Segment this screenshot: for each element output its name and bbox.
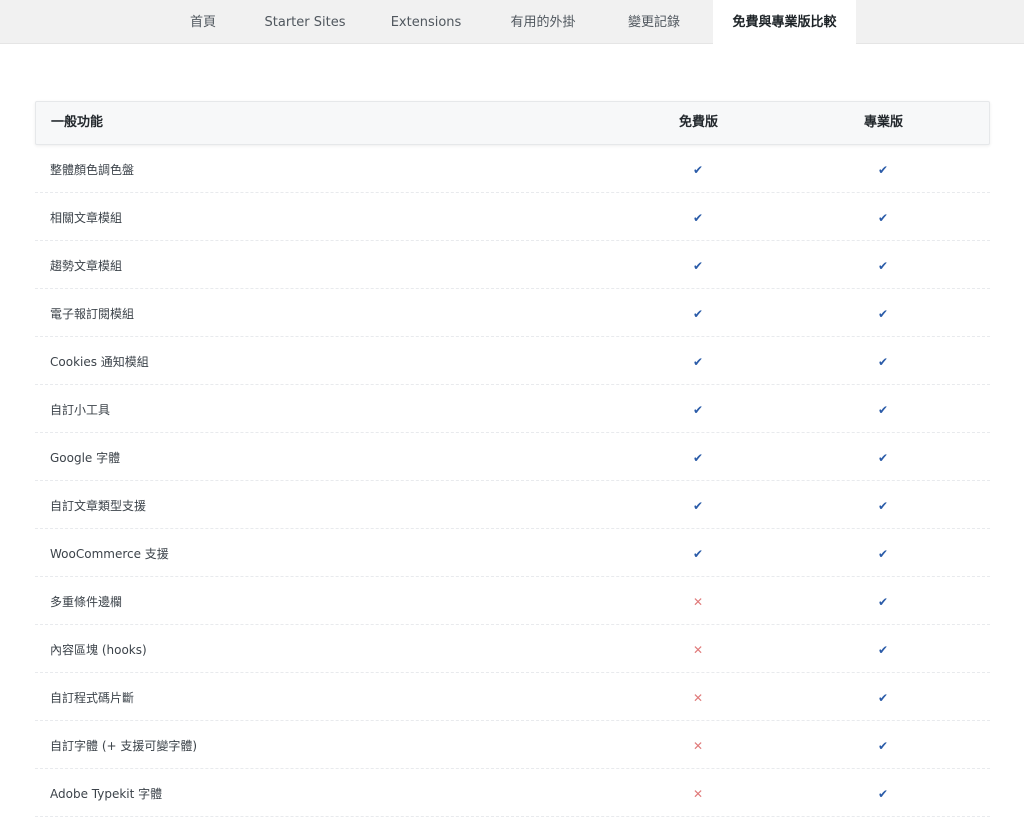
feature-label: Cookies 通知模組 (50, 355, 149, 369)
check-icon: ✔ (692, 499, 704, 513)
table-row: 相關文章模組 ✔ ✔ (35, 193, 990, 241)
comparison-table: 一般功能 免費版 專業版 整體顏色調色盤 ✔ ✔ 相關文章模組 ✔ ✔ 趨勢文章模組 ✔ ✔ 電子… (35, 101, 990, 817)
feature-label: 自訂程式碼片斷 (50, 691, 135, 705)
nav-tab-bar: 首頁 Starter Sites Extensions 有用的外掛 變更記錄 免… (0, 0, 1024, 44)
feature-label: 內容區塊 (hooks) (50, 643, 147, 657)
table-row: 整體顏色調色盤 ✔ ✔ (35, 145, 990, 193)
check-icon: ✔ (692, 355, 704, 369)
check-icon: ✔ (877, 787, 889, 801)
feature-label: 自訂字體 (+ 支援可變字體) (50, 739, 198, 753)
tab-home[interactable]: 首頁 (180, 0, 226, 43)
check-icon: ✔ (877, 259, 889, 273)
check-icon: ✔ (692, 259, 704, 273)
feature-label: Google 字體 (50, 451, 121, 465)
check-icon: ✔ (877, 499, 889, 513)
check-icon: ✔ (877, 307, 889, 321)
check-icon: ✔ (692, 211, 704, 225)
feature-label: 自訂小工具 (50, 403, 111, 417)
feature-label: 整體顏色調色盤 (50, 163, 135, 177)
table-row: Cookies 通知模組 ✔ ✔ (35, 337, 990, 385)
check-icon: ✔ (877, 739, 889, 753)
table-row: WooCommerce 支援 ✔ ✔ (35, 529, 990, 577)
table-header: 一般功能 免費版 專業版 (35, 101, 990, 145)
check-icon: ✔ (877, 451, 889, 465)
table-row: 自訂字體 (+ 支援可變字體) ✕ ✔ (35, 721, 990, 769)
feature-label: Adobe Typekit 字體 (50, 787, 163, 801)
table-row: 自訂小工具 ✔ ✔ (35, 385, 990, 433)
tab-useful-plugins[interactable]: 有用的外掛 (500, 0, 586, 43)
check-icon: ✔ (692, 451, 704, 465)
check-icon: ✔ (877, 643, 889, 657)
table-row: 多重條件邊欄 ✕ ✔ (35, 577, 990, 625)
table-row: Google 字體 ✔ ✔ (35, 433, 990, 481)
feature-label: 電子報訂閱模組 (50, 307, 135, 321)
cross-icon: ✕ (692, 787, 704, 801)
feature-label: 趨勢文章模組 (50, 259, 123, 273)
check-icon: ✔ (877, 595, 889, 609)
check-icon: ✔ (692, 403, 704, 417)
cross-icon: ✕ (692, 691, 704, 705)
feature-label: 自訂文章類型支援 (50, 499, 147, 513)
check-icon: ✔ (877, 403, 889, 417)
header-feature: 一般功能 (51, 115, 104, 130)
table-row: 自訂程式碼片斷 ✕ ✔ (35, 673, 990, 721)
feature-label: WooCommerce 支援 (50, 547, 169, 561)
cross-icon: ✕ (692, 739, 704, 753)
check-icon: ✔ (877, 163, 889, 177)
check-icon: ✔ (877, 355, 889, 369)
feature-label: 多重條件邊欄 (50, 595, 123, 609)
table-row: 電子報訂閱模組 ✔ ✔ (35, 289, 990, 337)
check-icon: ✔ (877, 691, 889, 705)
tab-free-vs-pro[interactable]: 免費與專業版比較 (713, 0, 856, 44)
check-icon: ✔ (692, 163, 704, 177)
header-free: 免費版 (679, 115, 719, 130)
check-icon: ✔ (692, 307, 704, 321)
cross-icon: ✕ (692, 643, 704, 657)
check-icon: ✔ (877, 211, 889, 225)
table-row: 自訂文章類型支援 ✔ ✔ (35, 481, 990, 529)
tab-changelog[interactable]: 變更記錄 (618, 0, 690, 43)
check-icon: ✔ (877, 547, 889, 561)
table-row: Adobe Typekit 字體 ✕ ✔ (35, 769, 990, 817)
table-body: 整體顏色調色盤 ✔ ✔ 相關文章模組 ✔ ✔ 趨勢文章模組 ✔ ✔ 電子報訂閱模組 ✔ ✔ Cookie… (35, 145, 990, 817)
tab-starter-sites[interactable]: Starter Sites (258, 0, 352, 43)
cross-icon: ✕ (692, 595, 704, 609)
feature-label: 相關文章模組 (50, 211, 123, 225)
header-pro: 專業版 (864, 115, 904, 130)
table-row: 內容區塊 (hooks) ✕ ✔ (35, 625, 990, 673)
tab-extensions[interactable]: Extensions (384, 0, 468, 43)
check-icon: ✔ (692, 547, 704, 561)
table-row: 趨勢文章模組 ✔ ✔ (35, 241, 990, 289)
